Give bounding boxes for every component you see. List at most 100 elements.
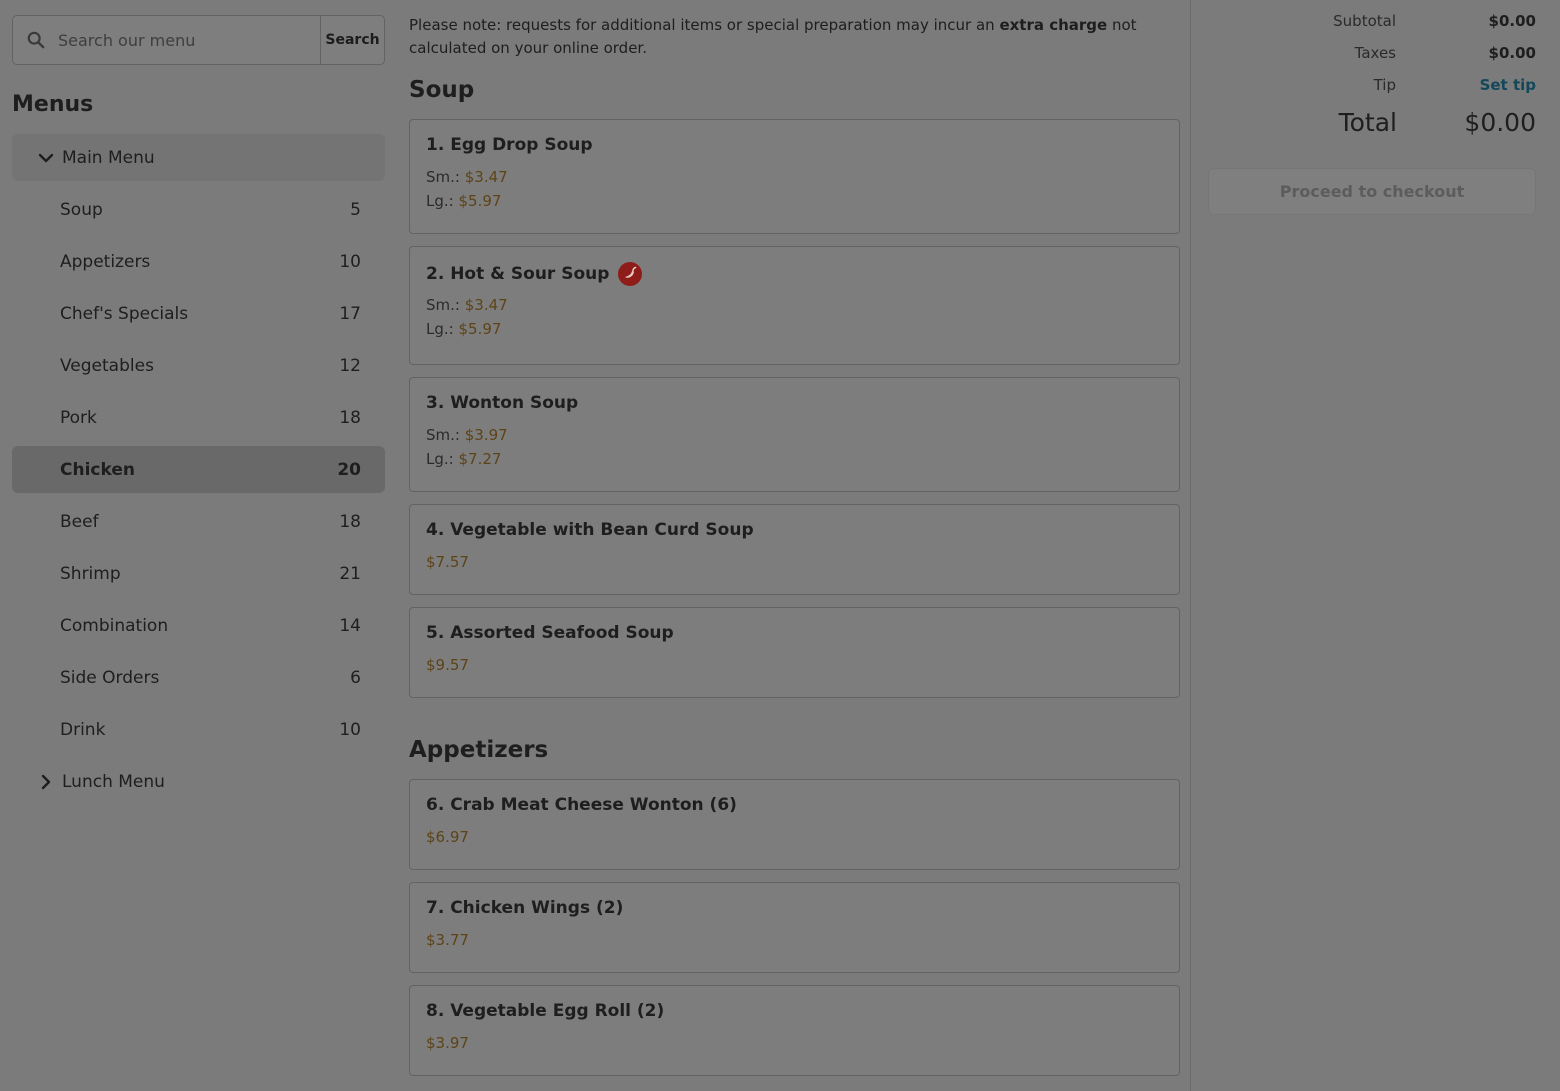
- sidebar-item-side-orders[interactable]: Side Orders 6: [12, 654, 385, 701]
- sidebar-item-chicken[interactable]: Chicken 20: [12, 446, 385, 493]
- price-row: Sm.: $3.47: [426, 293, 1163, 317]
- menu-item-card[interactable]: 8. Vegetable Egg Roll (2) $3.97: [409, 985, 1180, 1076]
- menu-item-prices: Sm.: $3.47 Lg.: $5.97: [426, 165, 1163, 213]
- category-label: Combination: [60, 615, 169, 636]
- menu-item-card[interactable]: 6. Crab Meat Cheese Wonton (6) $6.97: [409, 779, 1180, 870]
- tip-label: Tip: [1373, 76, 1396, 94]
- sidebar-item-drink[interactable]: Drink 10: [12, 706, 385, 753]
- size-label: Lg.:: [426, 320, 454, 338]
- total-row: Total $0.00: [1208, 108, 1536, 138]
- menu-item-card[interactable]: 4. Vegetable with Bean Curd Soup $7.57: [409, 504, 1180, 595]
- set-tip-link[interactable]: Set tip: [1480, 76, 1536, 94]
- subtotal-label: Subtotal: [1333, 12, 1396, 30]
- menu-item-name-text: 2. Hot & Sour Soup: [426, 264, 610, 284]
- price-row: $9.57: [426, 653, 1163, 677]
- menu-item-prices: $3.77: [426, 928, 1163, 952]
- menu-sections: Soup 1. Egg Drop Soup Sm.: $3.47 Lg.: $5.97…: [409, 77, 1180, 1076]
- search-icon: [27, 31, 45, 49]
- price-row: Lg.: $7.27: [426, 447, 1163, 471]
- menu-item-name: 3. Wonton Soup: [426, 393, 1163, 413]
- category-count: 6: [350, 667, 361, 688]
- sidebar-item-chef-s-specials[interactable]: Chef's Specials 17: [12, 290, 385, 337]
- menu-item-prices: $7.57: [426, 550, 1163, 574]
- sidebar-item-beef[interactable]: Beef 18: [12, 498, 385, 545]
- category-count: 10: [339, 251, 361, 272]
- category-count: 20: [337, 459, 361, 480]
- menu-item-card[interactable]: 5. Assorted Seafood Soup $9.57: [409, 607, 1180, 698]
- price-row: Lg.: $5.97: [426, 189, 1163, 213]
- subtotal-row: Subtotal $0.00: [1208, 12, 1536, 34]
- category-count: 12: [339, 355, 361, 376]
- menu-item-name: 6. Crab Meat Cheese Wonton (6): [426, 795, 1163, 815]
- category-label: Chef's Specials: [60, 303, 189, 324]
- menu-group-label: Main Menu: [62, 147, 155, 168]
- price-value: $7.27: [458, 450, 502, 468]
- menu-item-prices: $9.57: [426, 653, 1163, 677]
- size-label: Sm.:: [426, 426, 460, 444]
- sidebar-item-appetizers[interactable]: Appetizers 10: [12, 238, 385, 285]
- sidebar-item-soup[interactable]: Soup 5: [12, 186, 385, 233]
- category-label: Soup: [60, 199, 103, 220]
- price-value: $5.97: [458, 192, 502, 210]
- price-row: $3.77: [426, 928, 1163, 952]
- sidebar-item-vegetables[interactable]: Vegetables 12: [12, 342, 385, 389]
- price-value: $6.97: [426, 828, 469, 846]
- menus-heading: Menus: [12, 92, 94, 117]
- size-label: Sm.:: [426, 296, 460, 314]
- size-label: Lg.:: [426, 450, 454, 468]
- section-title: Soup: [409, 77, 475, 103]
- category-label: Pork: [60, 407, 97, 428]
- menu-item-name-text: 1. Egg Drop Soup: [426, 135, 593, 155]
- category-label: Appetizers: [60, 251, 151, 272]
- price-row: Sm.: $3.97: [426, 423, 1163, 447]
- chili-pepper-icon: [618, 262, 643, 286]
- search-button[interactable]: Search: [320, 16, 384, 64]
- total-label: Total: [1338, 108, 1397, 137]
- price-row: $7.57: [426, 550, 1163, 574]
- proceed-to-checkout-button[interactable]: Proceed to checkout: [1208, 168, 1536, 215]
- search-input[interactable]: Search our menu: [13, 16, 320, 64]
- menu-item-card[interactable]: 7. Chicken Wings (2) $3.77: [409, 882, 1180, 973]
- search-placeholder: Search our menu: [58, 30, 196, 50]
- price-row: Sm.: $3.47: [426, 165, 1163, 189]
- menu-item-name: 8. Vegetable Egg Roll (2): [426, 1001, 1163, 1021]
- menu-item-card[interactable]: 3. Wonton Soup Sm.: $3.97 Lg.: $7.27: [409, 377, 1180, 492]
- section-title: Appetizers: [409, 737, 549, 763]
- category-count: 5: [350, 199, 361, 220]
- menu-item-prices: $3.97: [426, 1031, 1163, 1055]
- category-label: Chicken: [60, 459, 135, 480]
- tip-row: Tip Set tip: [1208, 76, 1536, 98]
- menu-item-name: 1. Egg Drop Soup: [426, 135, 1163, 155]
- price-value: $7.57: [426, 553, 469, 571]
- extra-charge-emphasis: extra charge: [999, 16, 1108, 34]
- taxes-value: $0.00: [1488, 44, 1536, 62]
- menu-group-main[interactable]: Main Menu: [12, 134, 385, 181]
- price-value: $3.77: [426, 931, 469, 949]
- menu-item-name-text: 6. Crab Meat Cheese Wonton (6): [426, 795, 737, 815]
- menu-item-prices: $6.97: [426, 825, 1163, 849]
- price-row: $6.97: [426, 825, 1163, 849]
- menu-item-card[interactable]: 2. Hot & Sour Soup Sm.: $3.47 Lg.: $5.97: [409, 246, 1180, 365]
- menu-sidebar: Search our menu Search Menus Main Menu S…: [12, 15, 385, 805]
- menu-item-name-text: 5. Assorted Seafood Soup: [426, 623, 674, 643]
- chevron-right-icon: [41, 774, 51, 789]
- sidebar-item-pork[interactable]: Pork 18: [12, 394, 385, 441]
- category-count: 18: [339, 407, 361, 428]
- category-label: Vegetables: [60, 355, 154, 376]
- search-bar: Search our menu Search: [12, 15, 385, 65]
- category-label: Shrimp: [60, 563, 121, 584]
- menu-item-name: 4. Vegetable with Bean Curd Soup: [426, 520, 1163, 540]
- menu-item-card[interactable]: 1. Egg Drop Soup Sm.: $3.47 Lg.: $5.97: [409, 119, 1180, 234]
- sidebar-item-shrimp[interactable]: Shrimp 21: [12, 550, 385, 597]
- menu-group-lunch[interactable]: Lunch Menu: [12, 758, 385, 805]
- extra-charge-notice: Please note: requests for additional ite…: [409, 16, 1137, 57]
- menu-item-name-text: 4. Vegetable with Bean Curd Soup: [426, 520, 754, 540]
- price-row: $3.97: [426, 1031, 1163, 1055]
- taxes-row: Taxes $0.00: [1208, 44, 1536, 66]
- category-count: 18: [339, 511, 361, 532]
- category-label: Drink: [60, 719, 106, 740]
- menu-item-name: 7. Chicken Wings (2): [426, 898, 1163, 918]
- sidebar-item-combination[interactable]: Combination 14: [12, 602, 385, 649]
- menu-item-name: 5. Assorted Seafood Soup: [426, 623, 1163, 643]
- menu-content: Please note: requests for additional ite…: [409, 14, 1180, 1088]
